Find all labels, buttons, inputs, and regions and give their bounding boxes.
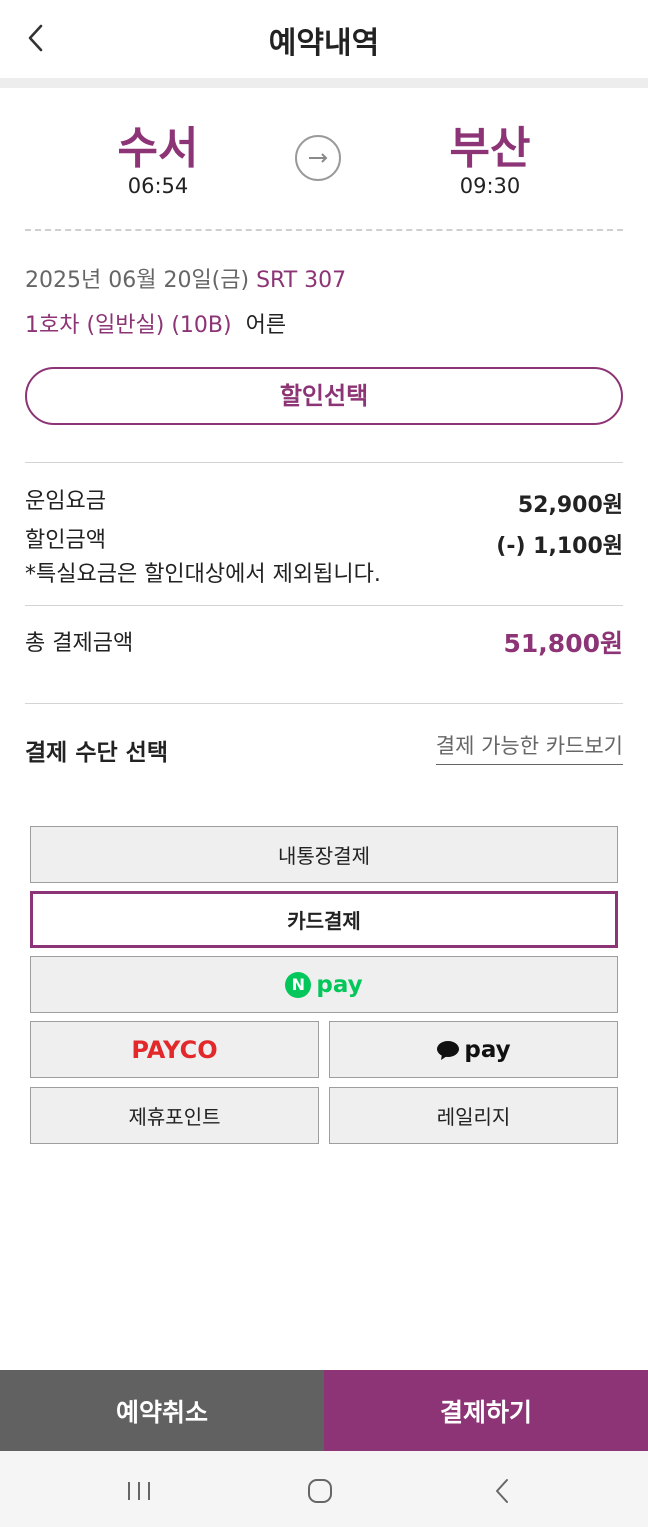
system-back-icon[interactable] <box>490 1477 516 1505</box>
naver-pay-text: pay <box>316 971 363 998</box>
discount-label: 할인금액 <box>25 528 106 553</box>
pay-button[interactable]: 결제하기 <box>324 1370 648 1451</box>
fare-value: 52,900원 <box>517 493 623 518</box>
train-number: SRT 307 <box>256 268 347 293</box>
bank-pay-label: 내통장결제 <box>278 844 370 868</box>
trip-date: 2025년 06월 20일(금) <box>25 268 250 293</box>
arrival-time: 09:30 <box>459 174 521 198</box>
departure-time: 06:54 <box>127 174 189 198</box>
fare-label: 운임요금 <box>25 489 106 514</box>
partner-points-button[interactable]: 제휴포인트 <box>30 1087 319 1144</box>
card-pay-button[interactable]: 카드결제 <box>30 891 618 948</box>
naver-n-icon: N <box>285 971 312 998</box>
naver-pay-button[interactable]: N pay <box>30 956 618 1013</box>
seat-line: 1호차 (일반실) (10B) 어른 <box>25 307 286 339</box>
available-cards-link[interactable]: 결제 가능한 카드보기 <box>435 730 623 765</box>
bank-pay-button[interactable]: 내통장결제 <box>30 826 618 883</box>
total-value: 51,800원 <box>503 629 623 658</box>
trip-date-line: 2025년 06월 20일(금) SRT 307 <box>25 262 346 294</box>
naver-pay-logo: N pay <box>285 971 363 998</box>
home-icon[interactable] <box>306 1477 334 1505</box>
arrival-station: 부산 <box>449 123 531 174</box>
recent-apps-icon[interactable] <box>126 1478 152 1504</box>
arrow-right-circle-icon <box>295 135 341 181</box>
kakao-pay-text: pay <box>464 1036 511 1063</box>
discount-value: (-) 1,100원 <box>496 534 623 559</box>
railage-button[interactable]: 레일리지 <box>329 1087 618 1144</box>
speech-bubble-icon <box>437 1040 460 1060</box>
divider <box>25 462 623 463</box>
page-title: 예약내역 <box>268 26 380 61</box>
divider <box>25 703 623 704</box>
total-label: 총 결제금액 <box>25 631 134 656</box>
passenger-type: 어른 <box>245 313 287 338</box>
railage-label: 레일리지 <box>436 1105 511 1129</box>
route-divider <box>25 229 623 231</box>
kakao-pay-button[interactable]: pay <box>329 1021 618 1078</box>
kakao-pay-logo: pay <box>436 1036 511 1063</box>
discount-select-button[interactable]: 할인선택 <box>25 367 623 425</box>
divider <box>25 605 623 606</box>
header-divider-band <box>0 78 648 88</box>
seat-info: 1호차 (일반실) (10B) <box>25 313 232 338</box>
departure-station: 수서 <box>117 123 199 174</box>
payco-logo: PAYCO <box>131 1035 218 1064</box>
cancel-reservation-button[interactable]: 예약취소 <box>0 1370 324 1451</box>
partner-points-label: 제휴포인트 <box>128 1105 221 1129</box>
card-pay-label: 카드결제 <box>287 909 361 933</box>
pay-label: 결제하기 <box>439 1397 532 1427</box>
payco-button[interactable]: PAYCO <box>30 1021 319 1078</box>
payment-method-title: 결제 수단 선택 <box>25 740 168 766</box>
cancel-reservation-label: 예약취소 <box>115 1397 208 1427</box>
discount-note: *특실요금은 할인대상에서 제외됩니다. <box>25 562 381 587</box>
